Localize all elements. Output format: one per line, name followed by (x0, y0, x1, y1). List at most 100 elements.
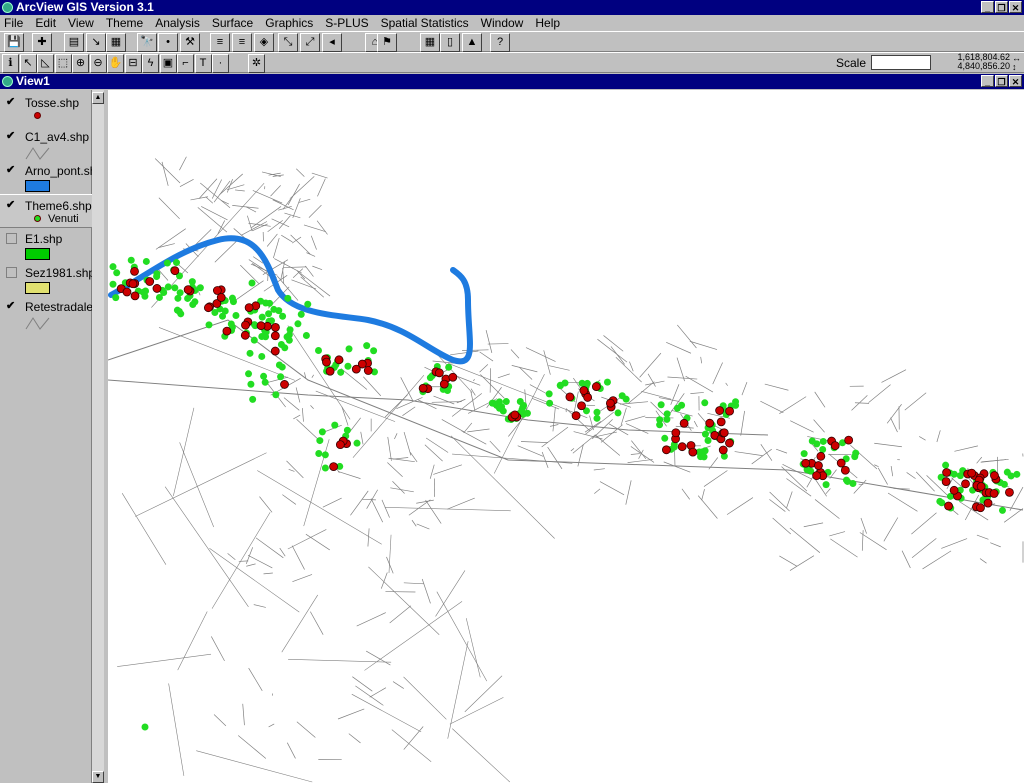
road (364, 601, 463, 671)
road (242, 703, 245, 726)
visibility-checkbox[interactable] (6, 233, 17, 244)
menu-graphics[interactable]: Graphics (265, 15, 313, 31)
menu-window[interactable]: Window (481, 15, 524, 31)
road (287, 529, 327, 550)
flag-button[interactable]: ⚑ (377, 33, 397, 52)
zoom-previous-button[interactable]: ◂ (322, 33, 342, 52)
locate-button[interactable]: • (158, 33, 178, 52)
menu-file[interactable]: File (4, 15, 23, 31)
case-point (679, 418, 689, 428)
legend-item-arno_pont[interactable]: ✔ Arno_pont.shp (0, 160, 92, 194)
edit-legend-button[interactable]: ↘ (86, 33, 106, 52)
control-point (998, 506, 1006, 514)
visibility-checkbox[interactable]: ✔ (6, 131, 17, 142)
control-point (286, 326, 294, 334)
legend-item-c1_av4[interactable]: ✔ C1_av4.shp (0, 126, 92, 160)
area-select-button[interactable]: ▣ (159, 54, 177, 73)
menu-view[interactable]: View (68, 15, 94, 31)
control-point (250, 336, 258, 344)
visibility-checkbox[interactable]: ✔ (6, 97, 17, 108)
menu-s-plus[interactable]: S-PLUS (325, 15, 368, 31)
menu-help[interactable]: Help (535, 15, 560, 31)
zoom-out-tool-button[interactable]: ⊖ (89, 54, 107, 73)
open-table-button[interactable]: ▦ (106, 33, 126, 52)
add-theme-button[interactable]: ✚ (32, 33, 52, 52)
spatial-tool-button[interactable]: ✲ (248, 54, 265, 73)
legend-item-tosse[interactable]: ✔ Tosse.shp (0, 92, 92, 126)
legend-scrollbar[interactable]: ▲ ▼ (92, 90, 104, 783)
query-builder-button[interactable]: ⚒ (180, 33, 200, 52)
minimize-button[interactable]: _ (981, 1, 994, 13)
legend-item-theme6[interactable]: ✔ Theme6.shp Venuti (0, 194, 92, 228)
view-minimize-button[interactable]: _ (981, 75, 994, 87)
road (593, 468, 605, 471)
find-button[interactable]: 🔭 (137, 33, 157, 52)
measure-button[interactable]: ⊟ (124, 54, 142, 73)
visibility-checkbox[interactable]: ✔ (6, 165, 17, 176)
text-button[interactable]: T (194, 54, 212, 73)
table-button[interactable]: ▯ (440, 33, 460, 52)
legend-item-sez1981[interactable]: Sez1981.shp (0, 262, 92, 296)
control-point (426, 374, 434, 382)
case-point (222, 326, 232, 336)
road (296, 418, 319, 440)
help-button[interactable]: ? (490, 33, 510, 52)
layout-button[interactable]: ▦ (420, 33, 440, 52)
road (789, 555, 815, 571)
road (764, 383, 789, 391)
chart-button[interactable]: ▲ (462, 33, 482, 52)
case-point (152, 284, 162, 293)
control-point (315, 450, 323, 458)
road (305, 533, 330, 551)
view-restore-button[interactable]: ❐ (995, 75, 1008, 87)
menu-edit[interactable]: Edit (35, 15, 56, 31)
scale-input[interactable] (871, 55, 931, 70)
road (890, 417, 898, 433)
road (467, 428, 490, 433)
menu-analysis[interactable]: Analysis (155, 15, 200, 31)
legend-item-retestradale[interactable]: ✔ Retestradale (0, 296, 92, 330)
case-point (844, 435, 854, 445)
restore-button[interactable]: ❐ (995, 1, 1008, 13)
road (639, 352, 662, 378)
visibility-checkbox[interactable]: ✔ (6, 301, 17, 312)
theme-properties-button[interactable]: ▤ (64, 33, 84, 52)
hotlink-tool-button[interactable]: ϟ (142, 54, 159, 73)
vertex-edit-button[interactable]: ◺ (37, 54, 54, 73)
label-button[interactable]: ⌐ (177, 54, 194, 73)
zoom-in-button[interactable]: ⤡ (278, 33, 298, 52)
menu-surface[interactable]: Surface (212, 15, 253, 31)
view-title: View1 (16, 74, 50, 88)
control-point (345, 345, 353, 353)
identify-button[interactable]: ℹ (2, 54, 19, 73)
map-canvas[interactable] (108, 90, 1024, 783)
road (829, 531, 846, 537)
road (449, 697, 504, 725)
legend-item-e1[interactable]: E1.shp (0, 228, 92, 262)
zoom-active-button[interactable]: ≡ (232, 33, 252, 52)
menu-spatial-statistics[interactable]: Spatial Statistics (381, 15, 469, 31)
pointer-button[interactable]: ↖ (19, 54, 37, 73)
menu-theme[interactable]: Theme (106, 15, 143, 31)
view-close-button[interactable]: ✕ (1009, 75, 1022, 87)
road (980, 458, 1009, 463)
save-button[interactable]: 💾 (4, 33, 24, 52)
visibility-checkbox[interactable]: ✔ (6, 200, 17, 211)
pan-button[interactable]: ✋ (107, 54, 124, 73)
road (411, 519, 417, 527)
road (630, 453, 640, 455)
case-point (725, 438, 734, 448)
zoom-selected-button[interactable]: ◈ (254, 33, 274, 52)
case-point (719, 428, 729, 438)
scroll-down-button[interactable]: ▼ (92, 771, 104, 783)
close-button[interactable]: ✕ (1009, 1, 1022, 13)
road (403, 726, 424, 750)
button-bar: 💾 ✚ ▤ ↘ ▦ 🔭 • ⚒ ≡ ≡ ◈ ⤡ ⤢ ◂ ⌂ ⚑ ▦ ▯ ▲? (0, 31, 1024, 52)
zoom-out-button[interactable]: ⤢ (300, 33, 320, 52)
zoom-full-button[interactable]: ≡ (210, 33, 230, 52)
draw-point-button[interactable]: · (212, 54, 229, 73)
zoom-in-tool-button[interactable]: ⊕ (72, 54, 89, 73)
scroll-up-button[interactable]: ▲ (92, 92, 104, 104)
select-feature-button[interactable]: ⬚ (54, 54, 72, 73)
visibility-checkbox[interactable] (6, 267, 17, 278)
